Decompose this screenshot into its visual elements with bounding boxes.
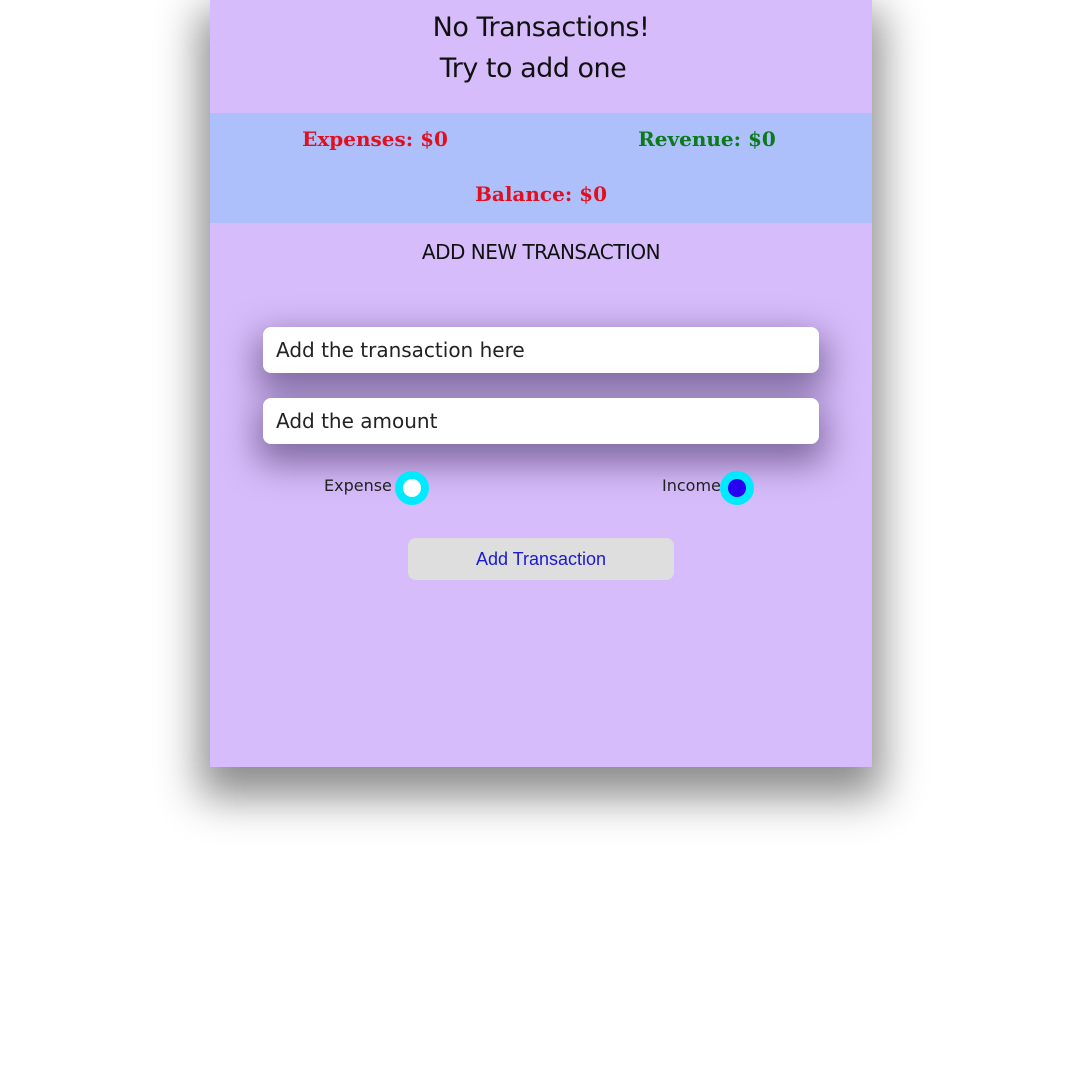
- expenses-total: Expenses: $0: [302, 127, 448, 151]
- empty-state-subtitle: Try to add one: [439, 53, 627, 84]
- revenue-total: Revenue: $0: [638, 127, 776, 151]
- expense-radio-label[interactable]: Expense: [324, 476, 392, 495]
- app-card: No Transactions! Try to add one Expenses…: [210, 0, 872, 767]
- expense-radio-dot: [403, 479, 421, 497]
- transaction-name-input[interactable]: [263, 327, 819, 373]
- income-radio[interactable]: [720, 471, 754, 505]
- expense-radio[interactable]: [395, 471, 429, 505]
- form-title: ADD NEW TRANSACTION: [421, 240, 661, 264]
- income-radio-dot: [728, 479, 746, 497]
- balance-total: Balance: $0: [474, 182, 608, 206]
- summary-panel: Expenses: $0 Revenue: $0 Balance: $0: [210, 113, 872, 223]
- income-radio-label[interactable]: Income: [662, 476, 721, 495]
- empty-state-title: No Transactions!: [432, 12, 650, 43]
- empty-state-header: No Transactions! Try to add one: [210, 0, 872, 113]
- amount-input[interactable]: [263, 398, 819, 444]
- add-transaction-button[interactable]: Add Transaction: [408, 538, 674, 580]
